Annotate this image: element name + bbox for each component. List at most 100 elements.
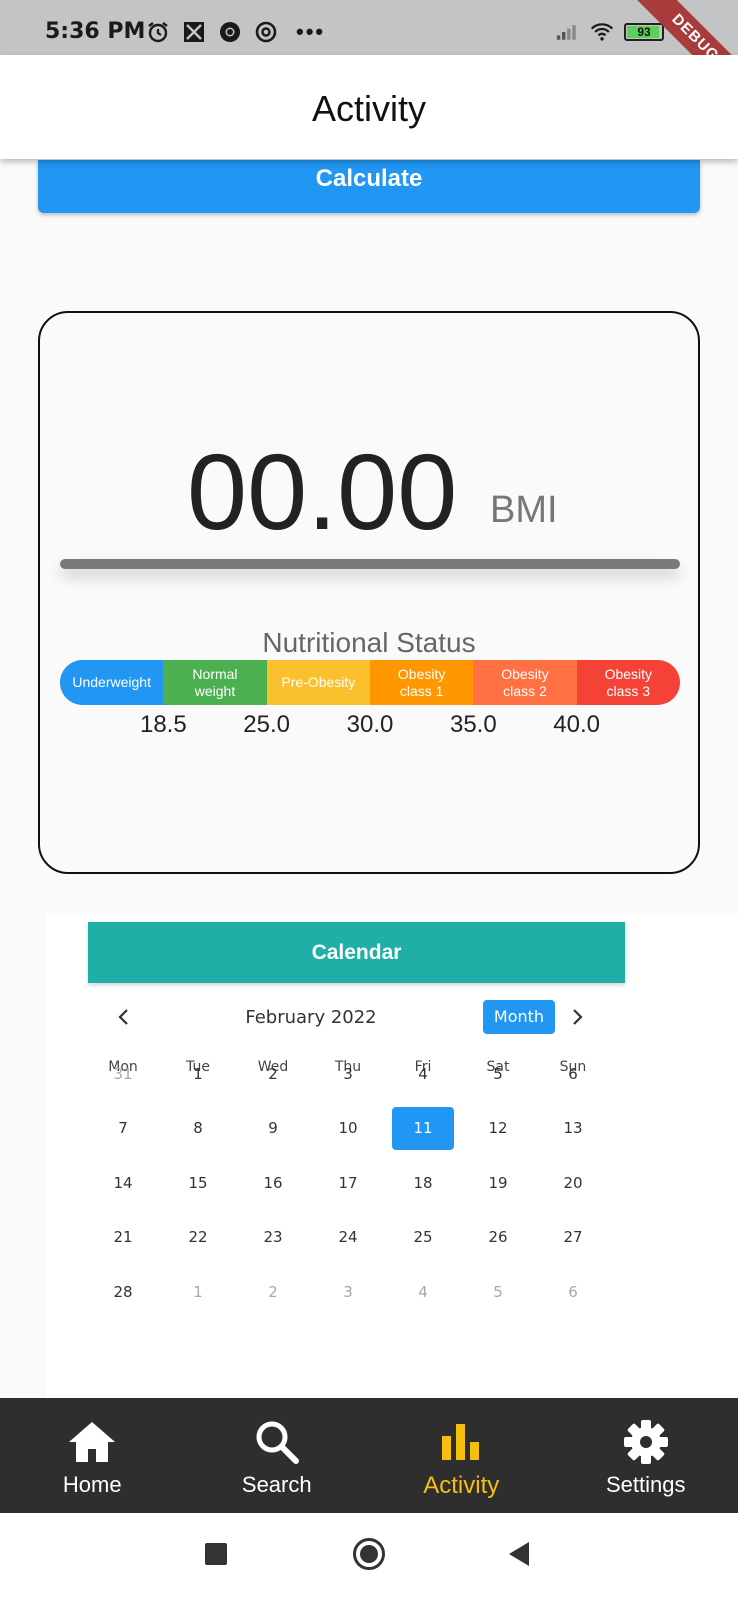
bmi-category-label: Obesity class 1: [398, 666, 445, 700]
bmi-category-segment: Obesity class 1: [369, 660, 474, 705]
calendar-day[interactable]: 6: [542, 1271, 604, 1314]
calendar-day[interactable]: 4: [392, 1271, 454, 1314]
calendar-day[interactable]: 5: [467, 1271, 529, 1314]
prev-month-button[interactable]: [112, 1005, 136, 1029]
bottom-navigation: Home Search Activity Settings: [0, 1398, 738, 1513]
calendar-day[interactable]: 1: [167, 1271, 229, 1314]
status-system-icons: 93: [556, 20, 664, 44]
bmi-category-label-line1: Pre-Obesity: [281, 674, 356, 690]
month-view-button[interactable]: Month: [483, 1000, 555, 1034]
bmi-category-label: Obesity class 2: [501, 666, 548, 700]
calendar-day[interactable]: 7: [92, 1107, 154, 1150]
signal-icon: [556, 20, 580, 44]
bmi-category-segment: Normal weight: [163, 660, 267, 705]
bmi-category-label: Underweight: [72, 674, 151, 691]
bmi-category-label-line1: Obesity: [397, 665, 446, 682]
calendar-day[interactable]: 21: [92, 1216, 154, 1259]
bmi-category-segment: Underweight: [60, 660, 164, 705]
calendar-day[interactable]: 20: [542, 1162, 604, 1205]
bmi-threshold-label: 25.0: [243, 711, 291, 738]
calendar-day[interactable]: 9: [242, 1107, 304, 1150]
calendar-day[interactable]: 19: [467, 1162, 529, 1205]
calendar-day[interactable]: 22: [167, 1216, 229, 1259]
more-notifications-icon: •••: [296, 19, 326, 44]
bmi-threshold-label: 18.5: [139, 711, 187, 738]
home-icon: [67, 1418, 117, 1466]
calendar-day[interactable]: 26: [467, 1216, 529, 1259]
calendar-month-label[interactable]: February 2022: [236, 1007, 386, 1028]
calendar-day[interactable]: 2: [242, 1053, 304, 1096]
nutritional-status-title: Nutritional Status: [262, 627, 476, 658]
calendar-day[interactable]: 15: [167, 1162, 229, 1205]
home-circle-icon[interactable]: [352, 1537, 386, 1571]
nutritional-status-scale: Underweight Normal weight Pre-Obesity Obesit…: [60, 660, 680, 705]
nav-item-search[interactable]: Search: [185, 1398, 370, 1513]
app-bar: Activity: [0, 55, 738, 159]
bmi-category-label: Pre-Obesity: [281, 674, 355, 691]
bmi-category-label-line2: class 3: [606, 682, 651, 699]
nav-item-settings[interactable]: Settings: [554, 1398, 738, 1513]
calendar-day[interactable]: 6: [542, 1053, 604, 1096]
nav-item-activity[interactable]: Activity: [369, 1398, 554, 1513]
chevron-left-icon: [118, 1009, 128, 1025]
calendar-day[interactable]: 31: [92, 1053, 154, 1096]
calculate-button-label: Calculate: [315, 165, 423, 192]
calendar-day[interactable]: 18: [392, 1162, 454, 1205]
alarm-icon: [146, 20, 170, 44]
wifi-icon: [590, 20, 614, 44]
bmi-threshold-label: 40.0: [553, 711, 601, 738]
at-icon: [254, 20, 278, 44]
bmi-category-label-line2: class 1: [399, 682, 444, 699]
calendar-day[interactable]: 16: [242, 1162, 304, 1205]
calendar-panel: Calendar February 2022 Month Mon Tue Wed Th…: [46, 914, 738, 1398]
calendar-day[interactable]: 23: [242, 1216, 304, 1259]
nav-label-activity: Activity: [423, 1472, 500, 1499]
bar-chart-icon: [441, 1418, 481, 1466]
calendar-day[interactable]: 8: [167, 1107, 229, 1150]
battery-indicator: 93: [624, 23, 664, 41]
recents-icon[interactable]: [205, 1543, 227, 1565]
bmi-result-card: 00.00 BMI Nutritional Status Underweight…: [38, 311, 700, 874]
calendar-day[interactable]: 5: [467, 1053, 529, 1096]
calendar-day[interactable]: 25: [392, 1216, 454, 1259]
calculate-button[interactable]: Calculate: [38, 160, 700, 213]
bmi-divider-bar: [60, 559, 680, 569]
bmi-threshold-label: 30.0: [346, 711, 394, 738]
calendar-day[interactable]: 12: [467, 1107, 529, 1150]
back-icon[interactable]: [508, 1541, 530, 1567]
bmi-category-label: Obesity class 3: [605, 666, 652, 700]
bmi-category-segment: Obesity class 3: [576, 660, 680, 705]
chevron-right-icon: [573, 1009, 583, 1025]
calendar-day[interactable]: 14: [92, 1162, 154, 1205]
bmi-unit: BMI: [490, 489, 558, 531]
calendar-day[interactable]: 3: [317, 1271, 379, 1314]
bmi-category-label-line1: Normal: [192, 665, 238, 682]
bmi-category-label-line2: class 2: [503, 682, 547, 699]
calendar-day[interactable]: 13: [542, 1107, 604, 1150]
calendar-day[interactable]: 24: [317, 1216, 379, 1259]
calendar-day[interactable]: 1: [167, 1053, 229, 1096]
next-month-button[interactable]: [565, 1005, 589, 1029]
bmi-category-label: Normal weight: [192, 666, 237, 700]
chrome-icon: [218, 20, 242, 44]
nav-item-home[interactable]: Home: [0, 1398, 185, 1513]
calendar-header: Calendar: [88, 922, 625, 983]
bmi-category-label-line1: Obesity: [604, 665, 653, 682]
bmi-threshold-labels: 18.5 25.0 30.0 35.0 40.0: [60, 711, 680, 741]
calendar-day-selected[interactable]: 11: [392, 1107, 454, 1150]
calendar-day[interactable]: 28: [92, 1271, 154, 1314]
calendar-day[interactable]: 3: [317, 1053, 379, 1096]
system-navigation-bar: [0, 1513, 738, 1600]
calendar-day[interactable]: 17: [317, 1162, 379, 1205]
nav-label-search: Search: [241, 1472, 312, 1497]
calendar-day[interactable]: 27: [542, 1216, 604, 1259]
calendar-day[interactable]: 10: [317, 1107, 379, 1150]
mail-icon: [182, 20, 206, 44]
calendar-day[interactable]: 4: [392, 1053, 454, 1096]
gear-icon: [623, 1418, 669, 1466]
bmi-category-segment: Obesity class 2: [473, 660, 577, 705]
page-title: Activity: [311, 88, 426, 129]
calendar-day[interactable]: 2: [242, 1271, 304, 1314]
bmi-category-label-line1: Obesity: [501, 665, 549, 682]
status-bar: 5:36 PM ••• 93 DEBUG: [0, 0, 738, 109]
